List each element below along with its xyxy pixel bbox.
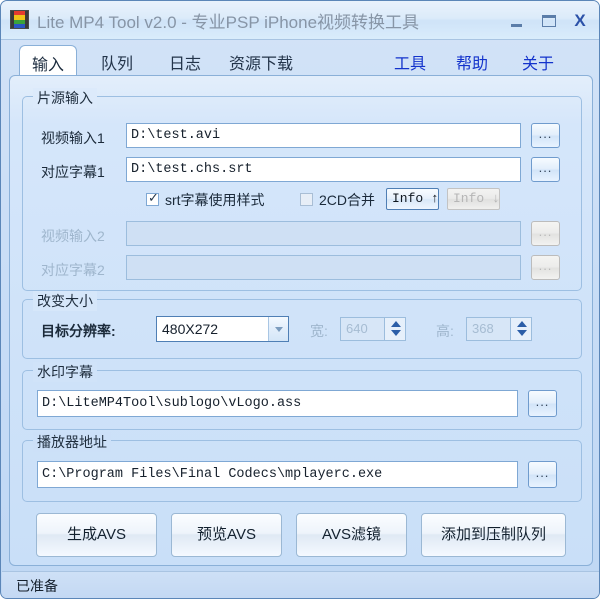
label-target-resolution: 目标分辨率: [41, 323, 116, 339]
info-up-button[interactable]: Info ↑ [386, 188, 439, 210]
browse-subtitle-1-button[interactable]: ... [531, 157, 560, 182]
browse-watermark-button[interactable]: ... [528, 390, 557, 417]
maximize-button[interactable] [538, 11, 560, 31]
stepper-height-buttons [510, 318, 531, 340]
menu-help[interactable]: 帮助 [456, 50, 488, 74]
browse-player-button[interactable]: ... [528, 461, 557, 488]
tab-input[interactable]: 输入 [19, 45, 78, 77]
label-width: 宽: [310, 323, 328, 339]
window-title: Lite MP4 Tool v2.0 - 专业PSP iPhone视频转换工具 [37, 13, 420, 32]
input-watermark-path[interactable]: D:\LiteMP4Tool\sublogo\vLogo.ass [37, 390, 518, 417]
group-resize: 改变大小 目标分辨率: 480X272 宽: 640 高: 368 [22, 291, 582, 359]
info-down-button: Info ↓ [447, 188, 500, 210]
tab-log[interactable]: 日志 [157, 45, 213, 77]
label-video-input-1: 视频输入1 [41, 130, 105, 146]
status-text: 已准备 [16, 578, 58, 594]
add-to-queue-button[interactable]: 添加到压制队列 [421, 513, 566, 557]
generate-avs-button[interactable]: 生成AVS [36, 513, 157, 557]
label-srt-style: srt字幕使用样式 [165, 192, 265, 208]
input-video-2 [126, 221, 521, 246]
input-subtitle-2 [126, 255, 521, 280]
avs-filter-button[interactable]: AVS滤镜 [296, 513, 407, 557]
select-target-resolution-value: 480X272 [162, 321, 219, 337]
group-player-path: 播放器地址 C:\Program Files\Final Codecs\mpla… [22, 432, 582, 502]
input-tab-panel: 片源输入 视频输入1 D:\test.avi ... 对应字幕1 D:\test… [9, 75, 593, 566]
browse-video-1-button[interactable]: ... [531, 123, 560, 148]
group-resize-title: 改变大小 [33, 291, 97, 311]
input-player-path[interactable]: C:\Program Files\Final Codecs\mplayerc.e… [37, 461, 518, 488]
label-subtitle-2: 对应字幕2 [41, 262, 105, 278]
group-watermark: 水印字幕 D:\LiteMP4Tool\sublogo\vLogo.ass ..… [22, 362, 582, 430]
menu-tools[interactable]: 工具 [394, 50, 426, 74]
status-bar: 已准备 [2, 571, 599, 598]
group-source-input: 片源输入 视频输入1 D:\test.avi ... 对应字幕1 D:\test… [22, 88, 582, 291]
caret-down-icon [517, 330, 527, 336]
select-target-resolution[interactable]: 480X272 [156, 316, 289, 342]
stepper-width-value: 640 [346, 321, 368, 336]
input-subtitle-1[interactable]: D:\test.chs.srt [126, 157, 521, 182]
title-bar: Lite MP4 Tool v2.0 - 专业PSP iPhone视频转换工具 … [1, 1, 599, 40]
caret-down-icon [391, 330, 401, 336]
stepper-width-buttons [384, 318, 405, 340]
tab-bar: 输入 队列 日志 资源下载 工具 帮助 关于 [1, 39, 599, 77]
label-height: 高: [436, 323, 454, 339]
browse-subtitle-2-button: ... [531, 255, 560, 280]
input-video-1[interactable]: D:\test.avi [126, 123, 521, 148]
group-source-input-title: 片源输入 [33, 88, 97, 108]
group-watermark-title: 水印字幕 [33, 362, 97, 382]
application-window: Lite MP4 Tool v2.0 - 专业PSP iPhone视频转换工具 … [0, 0, 600, 599]
check-icon: ✓ [148, 190, 159, 205]
stepper-height-value: 368 [472, 321, 494, 336]
stepper-width: 640 [340, 317, 406, 341]
menu-about[interactable]: 关于 [522, 50, 554, 74]
label-subtitle-1: 对应字幕1 [41, 164, 105, 180]
label-2cd-merge: 2CD合并 [319, 192, 376, 208]
caret-up-icon [391, 321, 401, 327]
film-strip-icon [10, 10, 29, 29]
checkbox-2cd-merge[interactable] [300, 193, 313, 206]
minimize-icon [511, 24, 522, 27]
close-button[interactable]: X [569, 11, 591, 31]
label-video-input-2: 视频输入2 [41, 228, 105, 244]
tab-queue[interactable]: 队列 [89, 45, 145, 77]
maximize-icon [542, 15, 556, 27]
chevron-down-icon[interactable] [268, 317, 288, 341]
group-player-path-title: 播放器地址 [33, 432, 111, 452]
tab-downloads[interactable]: 资源下载 [217, 45, 305, 77]
browse-video-2-button: ... [531, 221, 560, 246]
checkbox-srt-style[interactable]: ✓ [146, 190, 159, 206]
caret-up-icon [517, 321, 527, 327]
stepper-height: 368 [466, 317, 532, 341]
preview-avs-button[interactable]: 预览AVS [171, 513, 282, 557]
minimize-button[interactable] [506, 11, 528, 31]
